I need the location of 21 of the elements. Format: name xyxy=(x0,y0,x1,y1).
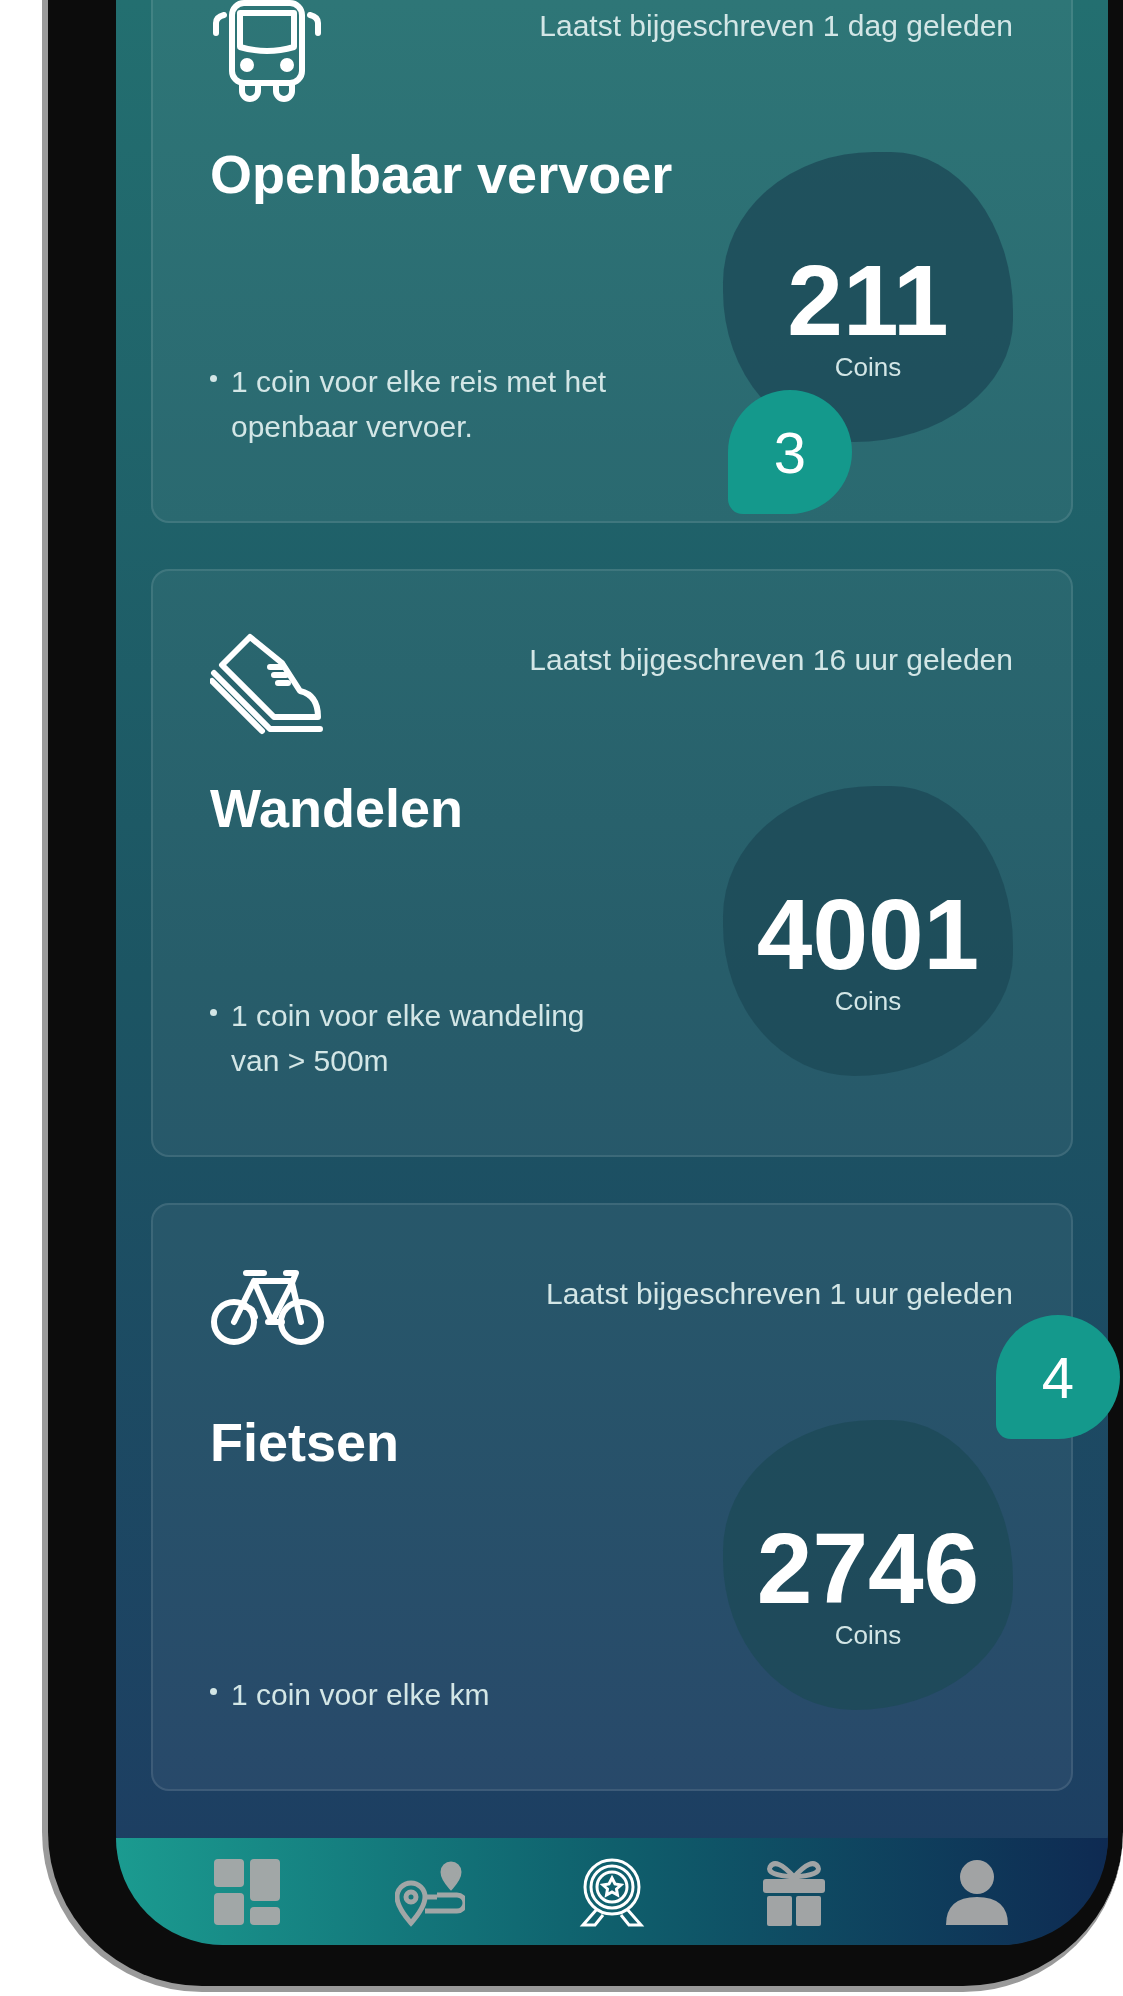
coin-count: 211 xyxy=(787,250,949,350)
callout-marker: 4 xyxy=(996,1315,1120,1439)
bullet-icon xyxy=(210,1009,217,1016)
coin-unit: Coins xyxy=(834,985,902,1018)
category-title: Openbaar vervoer xyxy=(210,144,674,204)
coin-count: 2746 xyxy=(756,1518,980,1618)
coin-count: 4001 xyxy=(756,884,980,984)
rule-text: 1 coin voor elke wandeling van > 500m xyxy=(231,998,586,1079)
coin-unit: Coins xyxy=(834,351,902,384)
last-updated-text: Laatst bijgeschreven 16 uur geleden xyxy=(529,642,1013,678)
rule-text: 1 coin voor elke reis met het openbaar vervoer. xyxy=(231,364,608,445)
coin-unit: Coins xyxy=(834,1619,902,1652)
rule-text: 1 coin voor elke km xyxy=(231,1677,491,1713)
callout-marker: 3 xyxy=(728,390,852,514)
last-updated-text: Laatst bijgeschreven 1 dag geleden xyxy=(539,8,1013,44)
bullet-icon xyxy=(210,1688,217,1695)
bicycle-icon xyxy=(210,1267,325,1347)
bullet-icon xyxy=(210,375,217,382)
category-title: Fietsen xyxy=(210,1412,401,1472)
category-title: Wandelen xyxy=(210,778,465,838)
last-updated-text: Laatst bijgeschreven 1 uur geleden xyxy=(546,1276,1013,1312)
